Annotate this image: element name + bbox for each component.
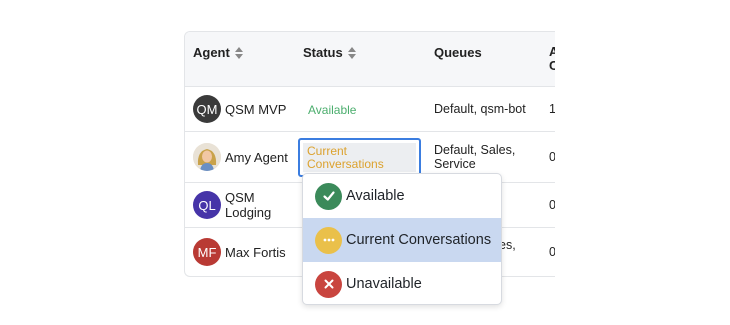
status-option-current-conversations[interactable]: Current Conversations: [303, 218, 501, 262]
column-header-agent[interactable]: Agent: [193, 45, 243, 60]
check-icon: [315, 182, 342, 210]
queues-line: Default, Sales,: [434, 143, 516, 157]
count-text: 0: [549, 245, 555, 259]
option-label: Unavailable: [346, 276, 422, 292]
status-dropdown-menu: Available Current Conversations Unavaila…: [302, 173, 502, 305]
queues-text: Default, qsm-bot: [434, 102, 526, 116]
status-select-value: Current Conversations: [303, 143, 416, 172]
status-select[interactable]: Current Conversations: [298, 138, 421, 177]
agent-name: QSM Lodging: [225, 190, 271, 220]
column-header-queues: Queues: [434, 45, 482, 60]
status-option-available[interactable]: Available: [303, 174, 501, 218]
agent-name-line: QSM: [225, 190, 255, 205]
option-label: Current Conversations: [346, 232, 492, 248]
option-label: Available: [346, 188, 405, 204]
ellipsis-icon: [315, 226, 342, 254]
column-header-status[interactable]: Status: [303, 45, 356, 60]
count-text: 0: [549, 198, 555, 212]
column-header-active-conversations[interactable]: A C: [549, 45, 555, 73]
table-row[interactable]: QM QSM MVP Available Default, qsm-bot 1: [185, 87, 555, 132]
sort-icon[interactable]: [234, 46, 243, 59]
column-header-extra-line2: C: [549, 59, 555, 73]
sort-icon[interactable]: [347, 46, 356, 59]
avatar-photo-icon: [193, 143, 221, 171]
status-select-value-line: Conversations: [307, 157, 384, 171]
column-header-extra-line1: A: [549, 45, 555, 59]
close-icon: [315, 270, 342, 298]
agent-name: Amy Agent: [225, 150, 288, 165]
agent-name: QSM MVP: [225, 102, 287, 117]
column-header-queues-label: Queues: [434, 45, 482, 60]
status-option-unavailable[interactable]: Unavailable: [303, 262, 501, 304]
table-header: Agent Status Queues A C: [185, 32, 555, 87]
queues-line: Service: [434, 157, 476, 171]
count-text: 0: [549, 150, 555, 164]
agent-name: Max Fortis: [225, 245, 286, 260]
column-header-status-label: Status: [303, 45, 343, 60]
avatar-initials: QM: [196, 101, 218, 117]
avatar-initials: QL: [198, 197, 216, 213]
avatar: [193, 143, 221, 171]
avatar: QL: [193, 191, 221, 219]
queues-text: Default, Sales, Service: [434, 143, 515, 171]
agent-name-line: Lodging: [225, 205, 272, 220]
column-header-agent-label: Agent: [193, 45, 230, 60]
status-text[interactable]: Available: [308, 103, 356, 117]
avatar: QM: [193, 95, 221, 123]
count-text: 1: [549, 102, 555, 116]
avatar-initials: MF: [197, 244, 217, 260]
avatar: MF: [193, 238, 221, 266]
